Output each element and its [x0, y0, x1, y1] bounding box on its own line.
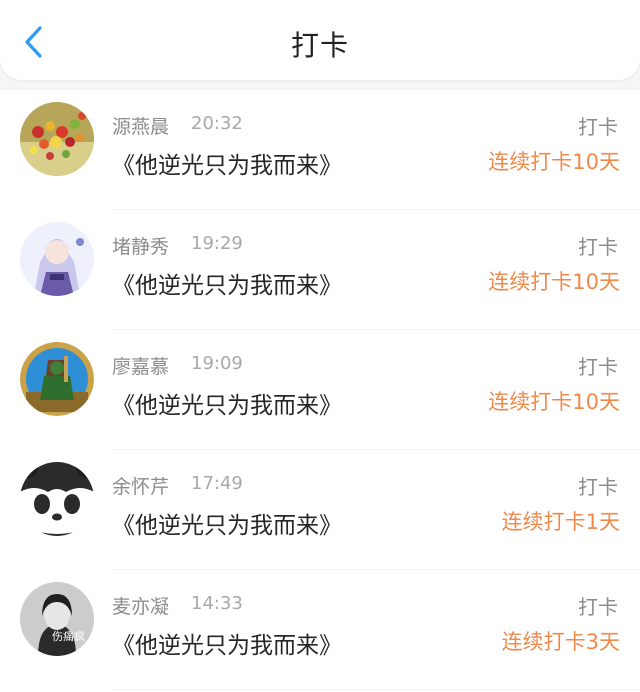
avatar-caption: 伤痛疯 — [52, 630, 85, 643]
checkin-label: 打卡 — [578, 595, 618, 619]
checkin-label: 打卡 — [578, 475, 618, 499]
book-title[interactable]: 《他逆光只为我而来》 — [112, 386, 342, 420]
candy-avatar[interactable] — [20, 102, 94, 176]
portrait-avatar[interactable]: 伤痛疯 — [20, 582, 94, 656]
panda-avatar[interactable] — [20, 462, 94, 536]
top-bar: 打卡 — [0, 0, 640, 80]
checkin-list: 源燕晨 20:32 《他逆光只为我而来》 打卡 连续打卡10天 堵静秀 19:2… — [0, 90, 640, 692]
checkin-time: 19:09 — [191, 353, 243, 374]
user-name: 廖嘉慕 — [112, 356, 170, 378]
page-title: 打卡 — [290, 29, 349, 62]
streak-badge: 连续打卡10天 — [488, 150, 620, 174]
list-item[interactable]: 堵静秀 19:29 《他逆光只为我而来》 打卡 连续打卡10天 — [0, 210, 640, 330]
list-item[interactable]: 伤痛疯 麦亦凝 14:33 《他逆光只为我而来》 打卡 连续打卡3天 — [0, 570, 640, 690]
checkin-time: 19:29 — [191, 233, 243, 254]
game-character-avatar[interactable] — [20, 342, 94, 416]
streak-badge: 连续打卡1天 — [501, 510, 620, 534]
streak-badge: 连续打卡10天 — [488, 390, 620, 414]
user-name: 源燕晨 — [112, 116, 170, 138]
streak-badge: 连续打卡3天 — [501, 630, 620, 654]
checkin-time: 17:49 — [191, 473, 243, 494]
checkin-label: 打卡 — [578, 235, 618, 259]
anime-girl-avatar[interactable] — [20, 222, 94, 296]
book-title[interactable]: 《他逆光只为我而来》 — [112, 626, 342, 660]
checkin-time: 20:32 — [191, 113, 243, 134]
list-item[interactable]: 余怀芹 17:49 《他逆光只为我而来》 打卡 连续打卡1天 — [0, 450, 640, 570]
list-item[interactable]: 廖嘉慕 19:09 《他逆光只为我而来》 打卡 连续打卡10天 — [0, 330, 640, 450]
user-name: 余怀芹 — [112, 476, 170, 498]
list-item[interactable]: 源燕晨 20:32 《他逆光只为我而来》 打卡 连续打卡10天 — [0, 90, 640, 210]
book-title[interactable]: 《他逆光只为我而来》 — [112, 146, 342, 180]
checkin-label: 打卡 — [578, 355, 618, 379]
user-name: 麦亦凝 — [112, 596, 170, 618]
divider — [112, 689, 640, 690]
book-title[interactable]: 《他逆光只为我而来》 — [112, 506, 342, 540]
user-name: 堵静秀 — [112, 236, 170, 258]
checkin-label: 打卡 — [578, 115, 618, 139]
book-title[interactable]: 《他逆光只为我而来》 — [112, 266, 342, 300]
streak-badge: 连续打卡10天 — [488, 270, 620, 294]
checkin-time: 14:33 — [191, 593, 243, 614]
